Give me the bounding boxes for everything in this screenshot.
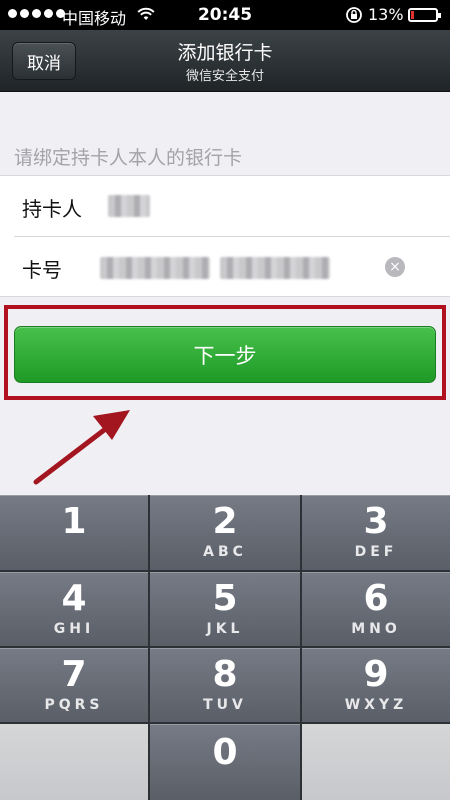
rotation-lock-icon (346, 7, 362, 23)
key-4[interactable]: 4 GHI (0, 572, 148, 646)
key-7[interactable]: 7 PQRS (0, 648, 148, 722)
key-0-digit: 0 (212, 732, 238, 773)
cardholder-row: 持卡人 (0, 176, 450, 237)
keypad-blank-right (302, 724, 450, 800)
key-0[interactable]: 0 (150, 724, 300, 800)
key-5[interactable]: 5 JKL (150, 572, 300, 646)
card-number-label: 卡号 (22, 258, 62, 282)
key-6-digit: 6 (363, 578, 389, 619)
page-title: 添加银行卡 (177, 42, 273, 64)
card-number-field-continued[interactable] (220, 257, 330, 279)
numeric-keypad: 1 2 ABC 3 DEF 4 GHI 5 JKL 6 MNO 7 PQRS 8… (0, 495, 450, 800)
key-4-digit: 4 (61, 578, 87, 619)
key-3[interactable]: 3 DEF (302, 495, 450, 570)
clear-input-icon[interactable]: × (385, 257, 405, 277)
key-6-letters: MNO (351, 621, 401, 637)
key-3-letters: DEF (354, 544, 398, 560)
keypad-blank-left (0, 724, 148, 800)
key-8[interactable]: 8 TUV (150, 648, 300, 722)
section-label: 请绑定持卡人本人的银行卡 (14, 147, 243, 169)
key-9-letters: WXYZ (344, 697, 408, 713)
next-step-button[interactable]: 下一步 (14, 326, 436, 383)
key-3-digit: 3 (363, 501, 389, 542)
key-1-digit: 1 (61, 501, 87, 542)
key-5-digit: 5 (212, 578, 238, 619)
key-2-letters: ABC (203, 544, 247, 560)
key-5-letters: JKL (206, 621, 244, 637)
key-2-digit: 2 (212, 501, 238, 542)
card-number-field[interactable] (100, 257, 210, 279)
key-7-letters: PQRS (44, 697, 104, 713)
card-number-row: 卡号 × (0, 237, 450, 298)
battery-percent: 13% (368, 5, 404, 24)
navigation-bar: 取消 添加银行卡 微信安全支付 (0, 30, 450, 92)
page-subtitle: 微信安全支付 (185, 69, 264, 84)
key-4-letters: GHI (53, 621, 95, 637)
status-bar: 中国移动 20:45 13% (0, 0, 450, 30)
key-6[interactable]: 6 MNO (302, 572, 450, 646)
cardholder-label: 持卡人 (22, 197, 82, 221)
key-9-digit: 9 (363, 654, 389, 695)
key-8-digit: 8 (212, 654, 238, 695)
cardholder-name-field[interactable] (108, 195, 150, 217)
key-8-letters: TUV (203, 697, 247, 713)
key-9[interactable]: 9 WXYZ (302, 648, 450, 722)
key-1[interactable]: 1 (0, 495, 148, 570)
key-7-digit: 7 (61, 654, 87, 695)
battery-icon (408, 8, 441, 22)
bank-card-form: 持卡人 卡号 × (0, 175, 450, 297)
key-2[interactable]: 2 ABC (150, 495, 300, 570)
